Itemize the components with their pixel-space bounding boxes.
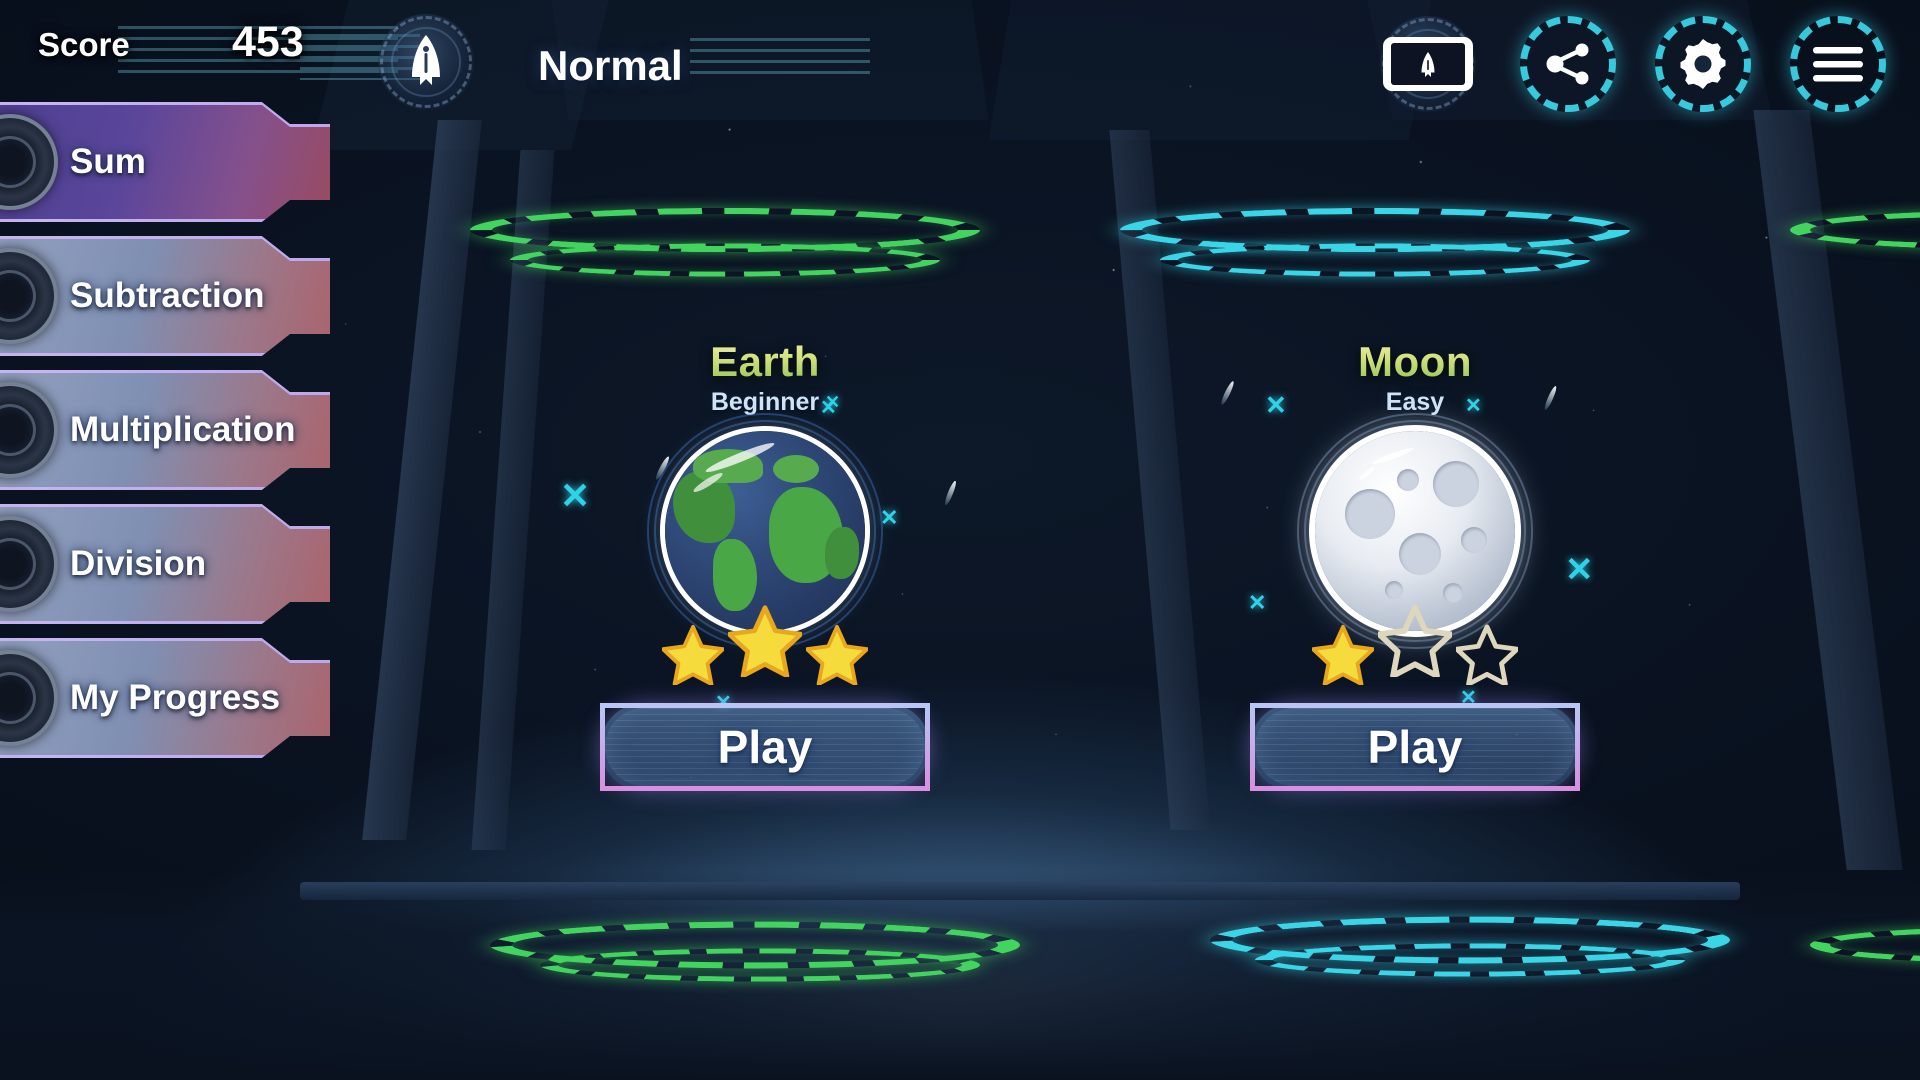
star-empty-icon <box>1456 624 1518 685</box>
play-button-label: Play <box>1367 721 1463 773</box>
orbit-ring-moon-bottom-2 <box>1255 943 1685 977</box>
share-icon-ring <box>1520 16 1616 112</box>
sidebar-item-subtraction[interactable]: Subtraction <box>0 236 330 356</box>
share-button[interactable] <box>1520 16 1616 112</box>
score-label: Score <box>38 26 130 63</box>
hud-decor-lines-3 <box>690 38 870 78</box>
level-card-moon: Moon Easy Play <box>1200 338 1630 791</box>
rocket-icon <box>378 14 474 110</box>
star-filled-icon <box>1312 624 1374 685</box>
level-name: Earth <box>550 338 980 386</box>
play-button-label: Play <box>717 721 813 773</box>
settings-button[interactable] <box>1655 16 1751 112</box>
sidebar-item-sum[interactable]: Sum <box>0 102 330 222</box>
play-button-moon[interactable]: Play <box>1250 703 1580 791</box>
star-empty-icon <box>1378 604 1452 677</box>
sidebar-item-multiplication[interactable]: Multiplication <box>0 370 330 490</box>
orbit-ring-offscreen-right <box>1790 210 1920 250</box>
category-sidebar: Sum Subtraction Multiplication Division … <box>0 102 336 772</box>
score-value: 453 <box>232 18 304 66</box>
menu-button[interactable] <box>1790 16 1886 112</box>
sidebar-item-label: Division <box>70 544 207 583</box>
orbit-ring-earth-bottom <box>490 921 1020 969</box>
star-filled-icon <box>662 624 724 685</box>
orientation-toggle-button[interactable] <box>1380 16 1476 112</box>
orbit-ring-earth-top-2 <box>510 243 940 277</box>
star-rating-moon <box>1200 603 1630 685</box>
level-name: Moon <box>1200 338 1630 386</box>
orbit-ring-bottom-right <box>1810 927 1920 963</box>
orbit-ring-moon-top-2 <box>1160 243 1590 277</box>
sidebar-item-label: Sum <box>70 142 146 181</box>
play-button-earth[interactable]: Play <box>600 703 930 791</box>
sidebar-item-label: My Progress <box>70 678 281 717</box>
level-card-earth: Earth Beginner Play <box>550 338 980 791</box>
gear-icon-ring <box>1655 16 1751 112</box>
star-filled-icon <box>806 624 868 685</box>
phone-landscape-icon <box>1383 37 1473 91</box>
game-screen: Score 453 Normal Sum Subtraction Multipl… <box>0 0 1920 1080</box>
planet-moon-icon <box>1297 413 1533 649</box>
sidebar-item-label: Subtraction <box>70 276 265 315</box>
orbit-ring-moon-bottom <box>1210 916 1730 964</box>
orbit-ring-earth-bottom-2 <box>540 948 980 982</box>
sidebar-item-division[interactable]: Division <box>0 504 330 624</box>
star-filled-icon <box>728 605 802 677</box>
orbit-ring-earth-top <box>470 207 980 253</box>
orbit-ring-moon-top <box>1120 207 1630 253</box>
hamburger-menu-icon-ring <box>1790 16 1886 112</box>
sidebar-item-label: Multiplication <box>70 410 296 449</box>
planet-earth-icon <box>647 413 883 649</box>
difficulty-mode-label: Normal <box>538 42 683 89</box>
star-rating-earth <box>550 603 980 685</box>
sidebar-item-my-progress[interactable]: My Progress <box>0 638 330 758</box>
